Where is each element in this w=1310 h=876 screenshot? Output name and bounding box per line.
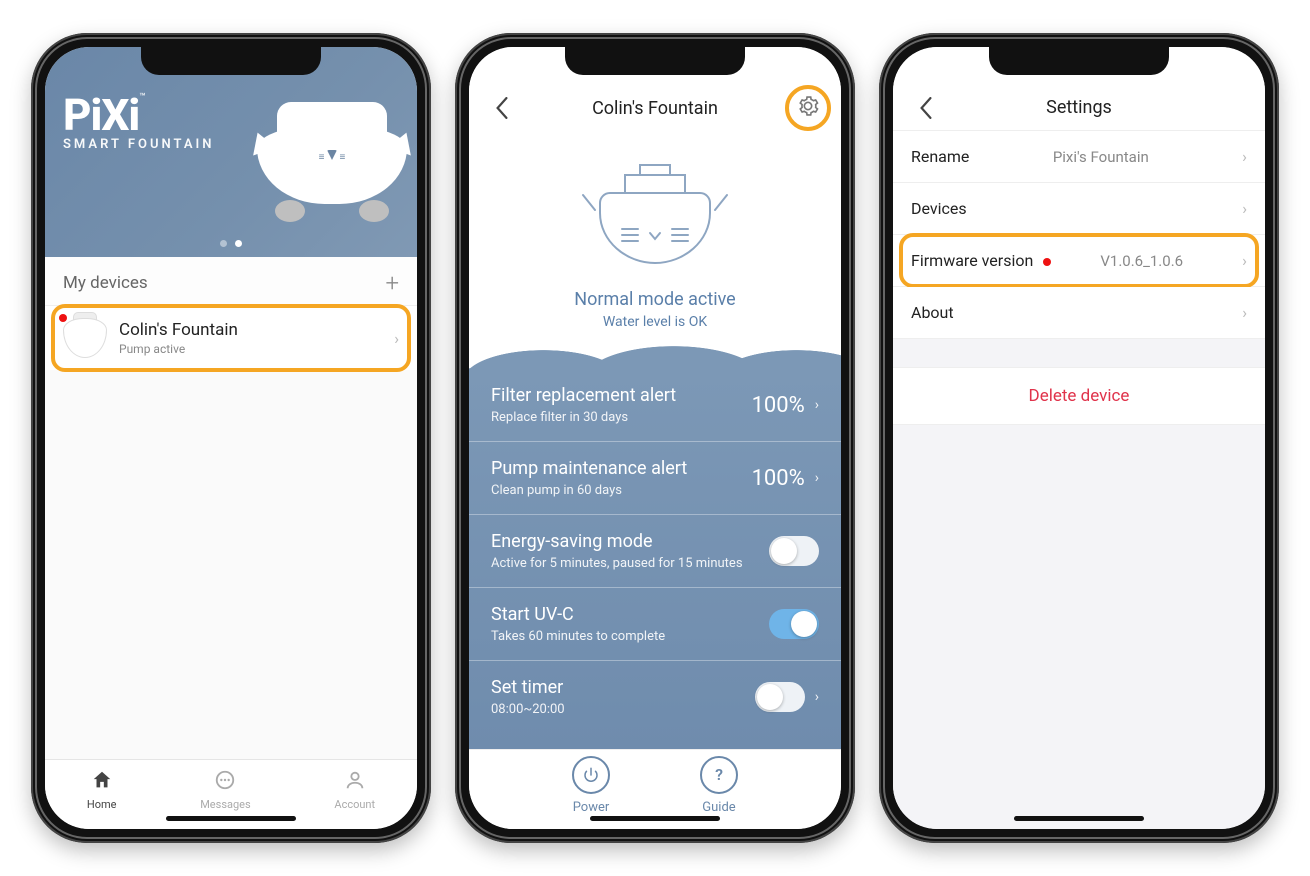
chevron-right-icon: › bbox=[815, 397, 819, 413]
delete-device-button[interactable]: Delete device bbox=[893, 367, 1265, 425]
screen-home: PiXi™ SMART FOUNTAIN ≡ ≡ My devices bbox=[45, 47, 417, 829]
wave-decoration bbox=[469, 340, 841, 380]
water-text: Water level is OK bbox=[469, 314, 841, 330]
row-about[interactable]: About › bbox=[893, 287, 1265, 339]
row-title: Set timer bbox=[491, 677, 565, 698]
section-title-label: My devices bbox=[63, 273, 148, 293]
chevron-right-icon: › bbox=[815, 689, 819, 705]
tab-home[interactable]: Home bbox=[87, 769, 117, 811]
logo-sub: SMART FOUNTAIN bbox=[63, 137, 214, 152]
home-icon bbox=[91, 769, 113, 794]
phone-3: Settings Rename Pixi's Fountain › Device… bbox=[879, 33, 1279, 843]
device-thumb bbox=[63, 318, 107, 358]
timer-toggle[interactable] bbox=[755, 682, 805, 712]
row-timer[interactable]: Set timer 08:00~20:00 › bbox=[469, 660, 841, 733]
chevron-right-icon: › bbox=[394, 329, 399, 348]
row-firmware[interactable]: Firmware version V1.0.6_1.0.6 › bbox=[893, 235, 1265, 287]
chevron-right-icon: › bbox=[815, 470, 819, 486]
row-sub: Replace filter in 30 days bbox=[491, 410, 676, 425]
add-device-button[interactable]: + bbox=[385, 271, 399, 295]
notch bbox=[565, 47, 745, 75]
dot-2[interactable] bbox=[235, 240, 242, 247]
home-indicator[interactable] bbox=[166, 816, 296, 821]
row-value: 100% bbox=[752, 393, 805, 418]
row-sub: Takes 60 minutes to complete bbox=[491, 629, 665, 644]
screen-device-detail: Colin's Fountain Norm bbox=[469, 47, 841, 829]
row-pump-alert[interactable]: Pump maintenance alert Clean pump in 60 … bbox=[469, 441, 841, 514]
settings-button[interactable] bbox=[791, 91, 825, 125]
power-label: Power bbox=[573, 800, 610, 815]
mode-text: Normal mode active bbox=[469, 289, 841, 310]
carousel-dots[interactable] bbox=[220, 240, 242, 247]
row-devices[interactable]: Devices › bbox=[893, 183, 1265, 235]
row-sub: Active for 5 minutes, paused for 15 minu… bbox=[491, 556, 743, 571]
chevron-right-icon: › bbox=[1242, 147, 1247, 166]
row-label: About bbox=[911, 303, 954, 322]
row-rename[interactable]: Rename Pixi's Fountain › bbox=[893, 131, 1265, 183]
fountain-outline-icon bbox=[580, 155, 730, 275]
energy-toggle[interactable] bbox=[769, 536, 819, 566]
device-status-hero: Normal mode active Water level is OK bbox=[469, 131, 841, 338]
nav-spacer bbox=[1215, 91, 1249, 125]
tab-account-label: Account bbox=[334, 798, 375, 811]
page-title: Colin's Fountain bbox=[519, 98, 791, 119]
logo: PiXi™ SMART FOUNTAIN bbox=[63, 93, 214, 152]
messages-icon bbox=[214, 769, 236, 794]
guide-label: Guide bbox=[702, 800, 735, 815]
row-value: 100% bbox=[752, 466, 805, 491]
guide-icon: ? bbox=[700, 756, 738, 794]
settings-list: Filter replacement alert Replace filter … bbox=[469, 368, 841, 749]
device-name: Colin's Fountain bbox=[119, 320, 238, 340]
screen-settings: Settings Rename Pixi's Fountain › Device… bbox=[893, 47, 1265, 829]
account-icon bbox=[344, 769, 366, 794]
svg-text:?: ? bbox=[715, 766, 723, 784]
back-button[interactable] bbox=[485, 91, 519, 125]
gear-icon bbox=[797, 95, 819, 121]
dot-1[interactable] bbox=[220, 240, 227, 247]
tab-home-label: Home bbox=[87, 798, 117, 811]
row-sub: 08:00~20:00 bbox=[491, 702, 565, 717]
row-title: Pump maintenance alert bbox=[491, 458, 687, 479]
settings-body: Rename Pixi's Fountain › Devices › Firmw… bbox=[893, 131, 1265, 829]
fountain-hero-image: ≡ ≡ bbox=[257, 102, 407, 212]
row-label: Rename bbox=[911, 147, 969, 166]
page-title: Settings bbox=[943, 97, 1215, 118]
alert-dot-icon bbox=[59, 314, 67, 322]
logo-tm: ™ bbox=[139, 92, 144, 103]
guide-button[interactable]: ? Guide bbox=[700, 756, 738, 815]
row-value: V1.0.6_1.0.6 bbox=[1100, 252, 1183, 270]
device-row-colins-fountain[interactable]: Colin's Fountain Pump active › bbox=[45, 305, 417, 370]
row-label: Devices bbox=[911, 199, 967, 218]
tab-messages-label: Messages bbox=[200, 798, 250, 811]
row-title: Start UV-C bbox=[491, 604, 665, 625]
row-uvc: Start UV-C Takes 60 minutes to complete bbox=[469, 587, 841, 660]
power-button[interactable]: Power bbox=[572, 756, 610, 815]
alert-dot-icon bbox=[1043, 258, 1051, 266]
row-energy-mode: Energy-saving mode Active for 5 minutes,… bbox=[469, 514, 841, 587]
power-icon bbox=[572, 756, 610, 794]
row-title: Energy-saving mode bbox=[491, 531, 743, 552]
notch bbox=[141, 47, 321, 75]
chevron-right-icon: › bbox=[1242, 199, 1247, 218]
hero-banner[interactable]: PiXi™ SMART FOUNTAIN ≡ ≡ bbox=[45, 47, 417, 257]
logo-main: PiXi bbox=[63, 89, 139, 141]
row-sub: Clean pump in 60 days bbox=[491, 483, 687, 498]
home-indicator[interactable] bbox=[590, 816, 720, 821]
home-indicator[interactable] bbox=[1014, 816, 1144, 821]
row-value: Pixi's Fountain bbox=[1053, 148, 1149, 166]
tab-messages[interactable]: Messages bbox=[200, 769, 250, 811]
chevron-right-icon: › bbox=[1242, 303, 1247, 322]
section-my-devices: My devices + bbox=[45, 257, 417, 305]
chevron-right-icon: › bbox=[1242, 251, 1247, 270]
empty-body bbox=[45, 370, 417, 759]
tab-account[interactable]: Account bbox=[334, 769, 375, 811]
row-label: Firmware version bbox=[911, 251, 1033, 270]
notch bbox=[989, 47, 1169, 75]
phone-1: PiXi™ SMART FOUNTAIN ≡ ≡ My devices bbox=[31, 33, 431, 843]
back-button[interactable] bbox=[909, 91, 943, 125]
device-status: Pump active bbox=[119, 342, 238, 356]
uvc-toggle[interactable] bbox=[769, 609, 819, 639]
row-title: Filter replacement alert bbox=[491, 385, 676, 406]
phone-2: Colin's Fountain Norm bbox=[455, 33, 855, 843]
